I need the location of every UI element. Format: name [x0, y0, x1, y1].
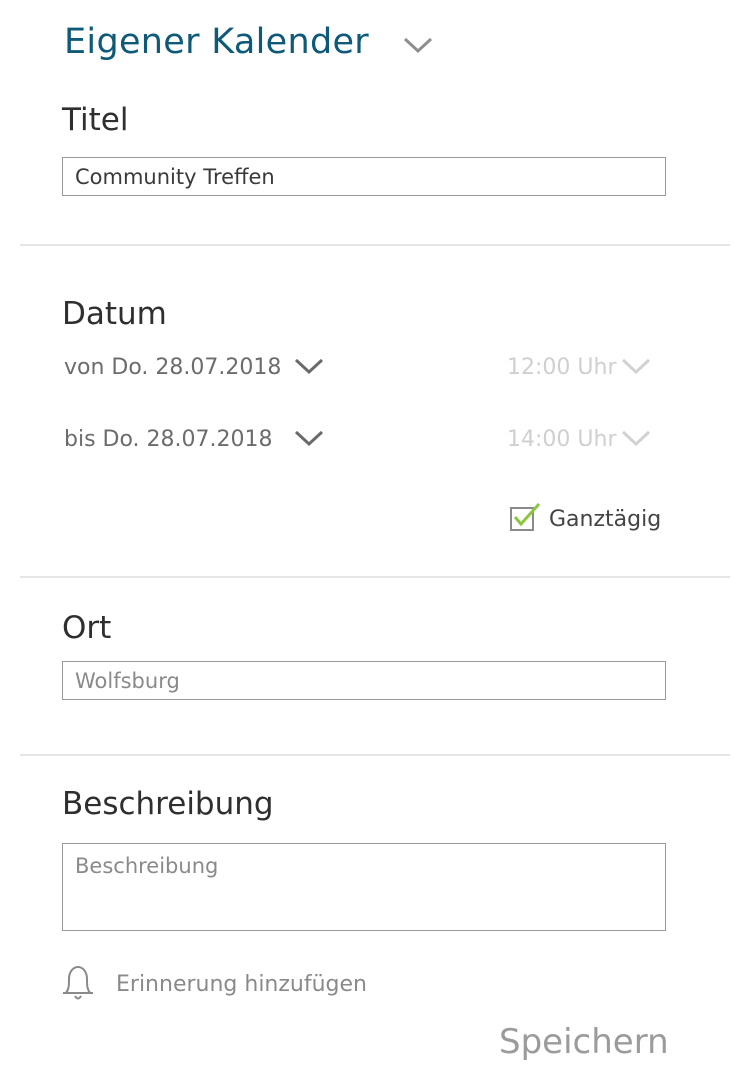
calendar-selector[interactable]: Eigener Kalender [64, 22, 433, 62]
description-label: Beschreibung [62, 786, 274, 822]
bell-icon [60, 962, 96, 1006]
title-label: Titel [62, 102, 129, 138]
to-time-value: 14:00 Uhr [507, 427, 617, 452]
add-reminder-button[interactable]: Erinnerung hinzufügen [60, 962, 367, 1006]
chevron-down-icon [403, 36, 433, 58]
event-form: Eigener Kalender Titel Datum von Do. 28.… [0, 0, 750, 1079]
title-input[interactable] [62, 157, 666, 196]
save-button[interactable]: Speichern [499, 1022, 669, 1062]
reminder-label: Erinnerung hinzufügen [116, 971, 367, 997]
chevron-down-icon [294, 357, 324, 379]
chevron-down-icon [294, 429, 324, 451]
from-time-value: 12:00 Uhr [507, 355, 617, 380]
from-date-select[interactable]: von Do. 28.07.2018 [64, 355, 324, 380]
date-label: Datum [62, 296, 167, 332]
checkbox-checked-icon [510, 502, 541, 536]
all-day-checkbox[interactable]: Ganztägig [510, 502, 661, 536]
to-date-value: bis Do. 28.07.2018 [64, 427, 273, 452]
to-time-select[interactable]: 14:00 Uhr [507, 427, 651, 452]
description-input[interactable] [62, 843, 666, 931]
from-time-select[interactable]: 12:00 Uhr [507, 355, 651, 380]
to-date-select[interactable]: bis Do. 28.07.2018 [64, 427, 324, 452]
divider [20, 754, 730, 756]
from-date-value: von Do. 28.07.2018 [64, 355, 282, 380]
chevron-down-icon [621, 429, 651, 451]
calendar-name: Eigener Kalender [64, 22, 369, 62]
divider [20, 576, 730, 578]
location-label: Ort [62, 610, 112, 646]
divider [20, 244, 730, 246]
chevron-down-icon [621, 357, 651, 379]
all-day-label: Ganztägig [549, 506, 662, 532]
location-input[interactable] [62, 661, 666, 700]
